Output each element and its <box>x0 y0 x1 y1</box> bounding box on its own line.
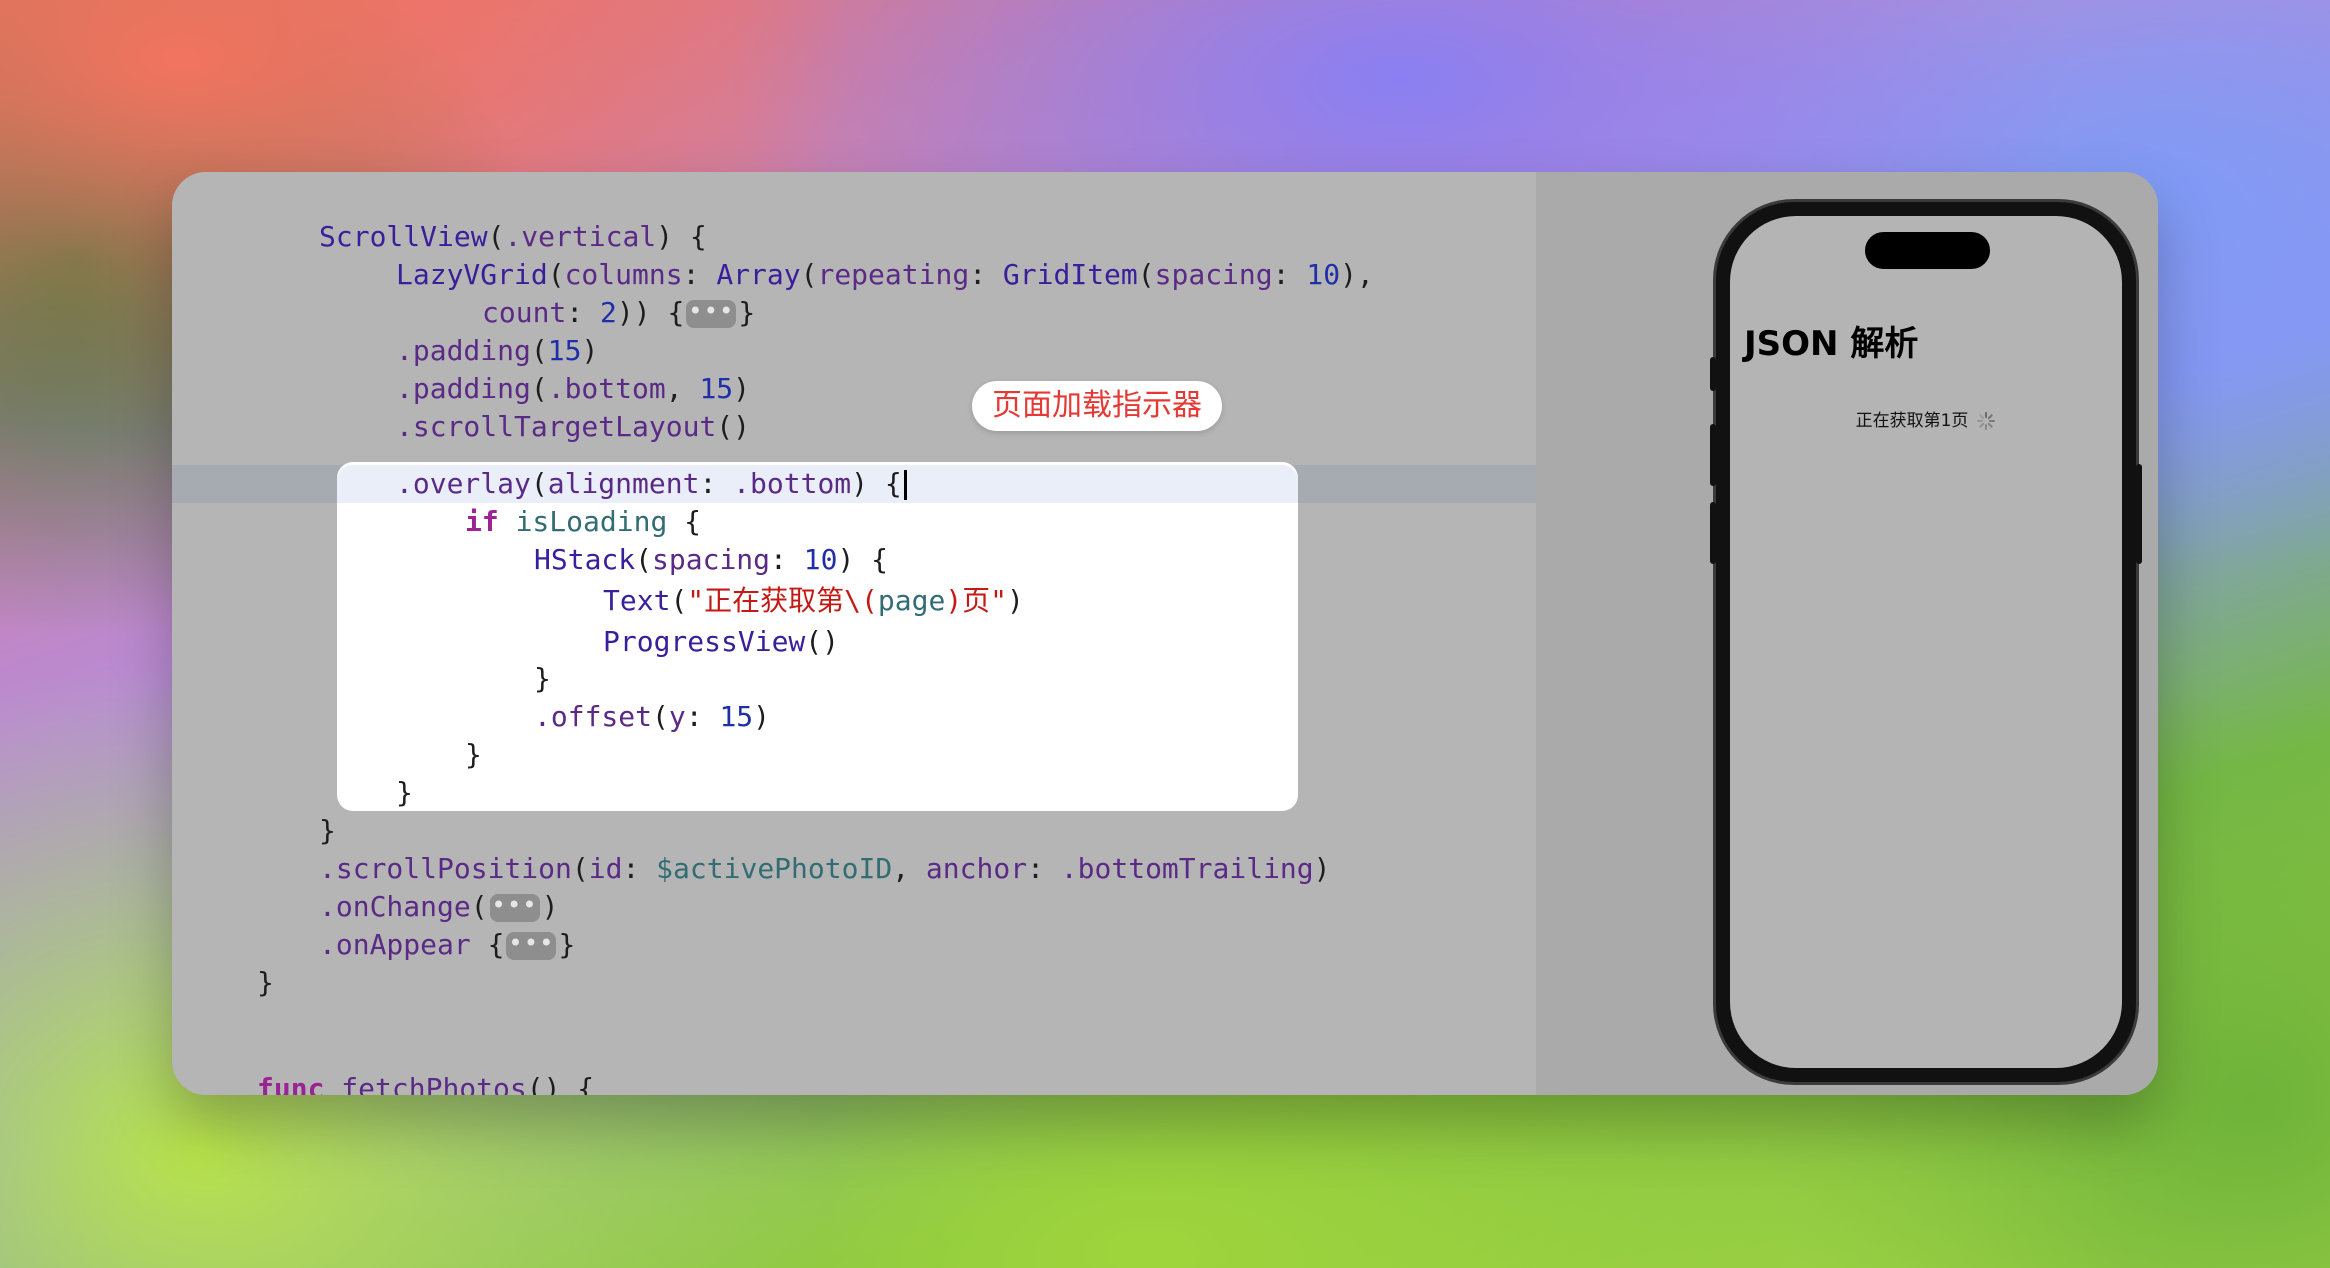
code-line-onappear[interactable]: .onAppear {•••} <box>319 926 575 964</box>
code-token: anchor <box>925 852 1028 885</box>
code-line-offset[interactable]: .offset(y: 15) <box>534 698 770 736</box>
code-token: ProgressView <box>603 625 806 658</box>
xcode-window: ScrollView(.vertical) { LazyVGrid(column… <box>172 172 2158 1095</box>
code-line-scroll-position[interactable]: .scrollPosition(id: $activePhotoID, anch… <box>319 850 1331 888</box>
code-line-progressview[interactable]: ProgressView() <box>603 623 839 661</box>
code-line-func-fetch[interactable]: func fetchPhotos() { <box>257 1070 594 1095</box>
code-token: .scrollTargetLayout <box>396 410 717 443</box>
code-token: .bottom <box>547 372 666 405</box>
code-line-scrollview[interactable]: ScrollView(.vertical) { <box>319 218 707 256</box>
iphone-frame: JSON 解析 正在获取第1页 <box>1710 202 2142 1082</box>
activity-spinner-icon <box>1977 412 1996 430</box>
code-token: Text <box>603 584 671 617</box>
code-line-close-if[interactable]: } <box>465 736 482 774</box>
code-token: 15 <box>699 372 734 405</box>
text-caret <box>903 470 907 500</box>
code-token: 10 <box>1306 258 1341 291</box>
side-button <box>2136 464 2142 564</box>
loading-text: 正在获取第1页 <box>1855 411 1969 431</box>
code-line-onchange[interactable]: .onChange(•••) <box>319 888 558 926</box>
code-line-overlay[interactable]: .overlay(alignment: .bottom) { <box>396 465 907 503</box>
code-token: spacing <box>1154 258 1273 291</box>
code-token: .padding <box>396 372 531 405</box>
code-token: "正在获取第\( <box>687 584 878 617</box>
code-token: HStack <box>534 543 636 576</box>
code-editor[interactable]: ScrollView(.vertical) { LazyVGrid(column… <box>172 172 1536 1095</box>
code-line-padding-15[interactable]: .padding(15) <box>396 332 598 370</box>
code-token: repeating <box>817 258 970 291</box>
code-token: .overlay <box>396 467 531 500</box>
loading-indicator: 正在获取第1页 <box>1730 406 2122 431</box>
code-line-text[interactable]: Text("正在获取第\(page)页") <box>603 582 1024 620</box>
code-token: 10 <box>803 543 838 576</box>
code-token: isLoading <box>515 505 668 538</box>
code-token: if <box>465 505 499 538</box>
code-token: 2 <box>600 296 617 329</box>
code-line-scroll-target-layout[interactable]: .scrollTargetLayout() <box>396 408 750 446</box>
volume-up-button <box>1710 424 1716 486</box>
code-token: .bottomTrailing <box>1060 852 1314 885</box>
code-fold-marker[interactable]: ••• <box>686 299 737 328</box>
code-line-close-overlay[interactable]: } <box>396 774 413 812</box>
code-token: .bottom <box>733 467 852 500</box>
code-line-if-loading[interactable]: if isLoading { <box>465 503 701 541</box>
code-token: 15 <box>547 334 582 367</box>
code-token: id <box>588 852 623 885</box>
code-line-close-hstack[interactable]: } <box>534 660 551 698</box>
code-token: alignment <box>547 467 700 500</box>
page-loading-indicator-badge: 页面加载指示器 <box>972 381 1222 431</box>
code-token: spacing <box>652 543 771 576</box>
code-fold-marker[interactable]: ••• <box>506 931 557 960</box>
code-token: func <box>257 1072 325 1095</box>
code-line-lazyvgrid[interactable]: LazyVGrid(columns: Array(repeating: Grid… <box>396 256 1374 294</box>
code-token: page <box>877 584 946 617</box>
app-title: JSON 解析 <box>1744 324 1919 364</box>
code-token: Array <box>716 258 801 291</box>
code-line-close-body[interactable]: } <box>257 964 274 1002</box>
preview-canvas: JSON 解析 正在获取第1页 <box>1536 172 2158 1095</box>
code-line-close-scrollview[interactable]: } <box>319 812 336 850</box>
code-token: .offset <box>534 700 653 733</box>
phone-screen: JSON 解析 正在获取第1页 <box>1730 216 2122 1068</box>
code-line-hstack[interactable]: HStack(spacing: 10) { <box>534 541 888 579</box>
code-token: ScrollView <box>319 220 488 253</box>
code-token: .onChange <box>319 890 471 923</box>
action-button <box>1710 357 1716 391</box>
code-line-count[interactable]: count: 2)) {•••} <box>482 294 755 332</box>
volume-down-button <box>1710 502 1716 564</box>
code-token: y <box>668 700 686 733</box>
code-token: .padding <box>396 334 531 367</box>
code-line-padding-bottom[interactable]: .padding(.bottom, 15) <box>396 370 750 408</box>
code-token: GridItem <box>1002 258 1138 291</box>
code-token: .scrollPosition <box>319 852 572 885</box>
code-token: count <box>482 296 567 329</box>
code-token: 15 <box>719 700 754 733</box>
code-token: )页" <box>945 584 1008 617</box>
code-token: LazyVGrid <box>396 258 548 291</box>
code-token: fetchPhotos <box>341 1072 527 1095</box>
code-token: $activePhotoID <box>656 852 893 885</box>
code-fold-marker[interactable]: ••• <box>489 893 540 922</box>
code-token: .vertical <box>504 220 657 253</box>
code-token: columns <box>564 258 683 291</box>
code-token: .onAppear <box>319 928 471 961</box>
dynamic-island <box>1865 232 1990 269</box>
